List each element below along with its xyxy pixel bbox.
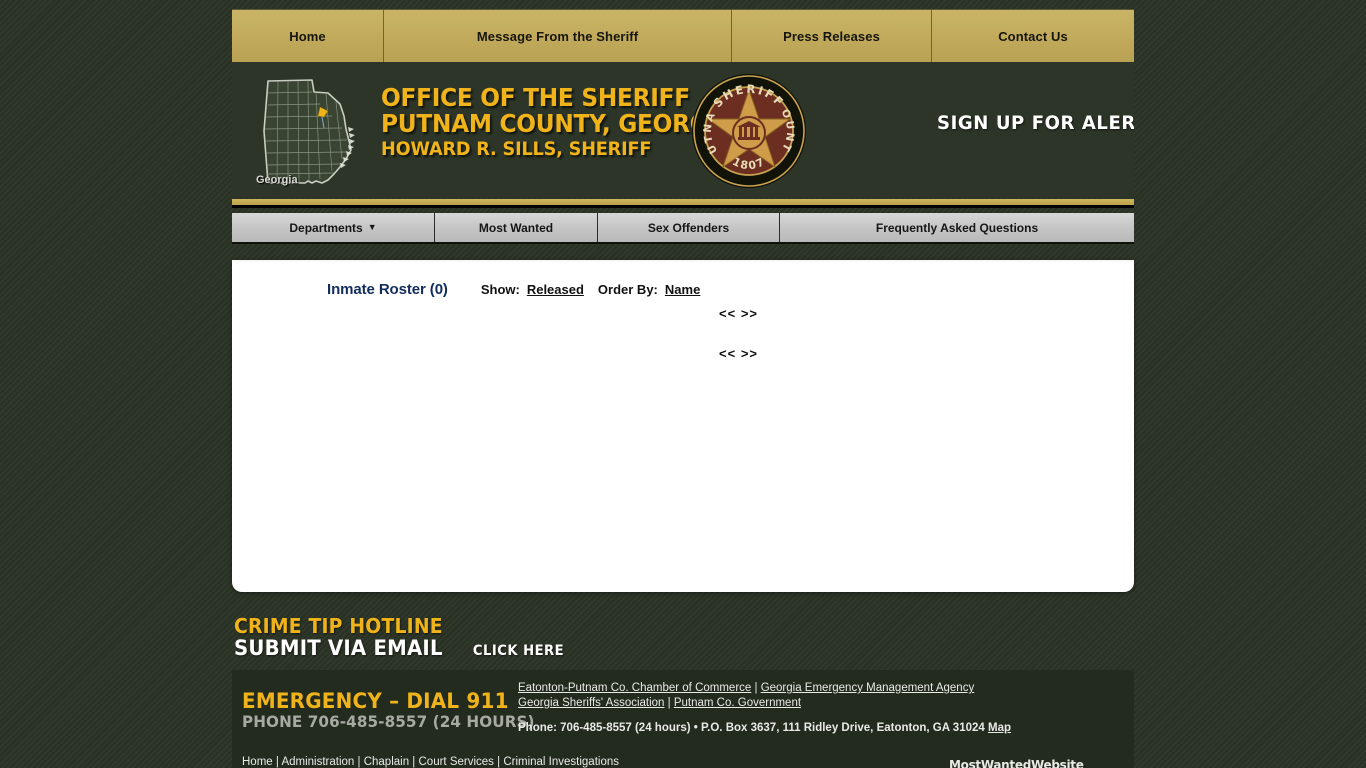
footer-link-chamber-of-commerce[interactable]: Eatonton-Putnam Co. Chamber of Commerce (518, 682, 751, 694)
subnav-item-sex-offenders[interactable]: Sex Offenders (598, 213, 780, 242)
roster-options: Show: Released Order By: Name (481, 282, 700, 297)
show-label: Show: (480, 282, 520, 297)
submit-via-email-label: SUBMIT VIA EMAIL (234, 636, 443, 660)
nav-item-label: Press Releases (783, 28, 880, 44)
sheriff-badge-icon: SHERIFF PUTNAM COUNTY 1807 (683, 62, 809, 191)
footer-external-links: Eatonton-Putnam Co. Chamber of Commerce … (518, 681, 1118, 711)
primary-navigation: Home Message From the Sheriff Press Rele… (232, 9, 1134, 62)
footer-contact-line: Phone: 706-485-8557 (24 hours) • P.O. Bo… (518, 722, 1011, 734)
sign-up-for-alerts-link[interactable]: SIGN UP FOR ALERTS (937, 112, 1134, 134)
site-title-line1: OFFICE OF THE SHERIFF (381, 83, 690, 112)
crime-tip-hotline-label: CRIME TIP HOTLINE (234, 614, 443, 638)
nav-item-label: Home (289, 28, 326, 44)
link-separator: | (664, 697, 674, 709)
site-title-line3: HOWARD R. SILLS, SHERIFF (381, 138, 652, 160)
emergency-phone-label: PHONE 706-485-8557 (24 HOURS) (242, 712, 535, 731)
pager-prev-link[interactable]: << (719, 346, 736, 361)
crime-tip-email-row: SUBMIT VIA EMAIL CLICK HERE (234, 636, 567, 660)
pager-bottom: << >> (232, 346, 1134, 361)
website-credit[interactable]: MostWantedWebsite (949, 758, 1084, 768)
subnav-item-most-wanted[interactable]: Most Wanted (435, 213, 598, 242)
footer-map-link[interactable]: Map (988, 722, 1011, 734)
nav-item-label: Message From the Sheriff (476, 28, 639, 44)
subnav-item-label: Frequently Asked Questions (875, 220, 1039, 235)
pager-prev-link[interactable]: << (719, 306, 736, 321)
subnav-item-departments[interactable]: Departments ▼ (232, 213, 435, 242)
site-footer: EMERGENCY – DIAL 911 PHONE 706-485-8557 … (232, 670, 1134, 768)
crime-tip-click-here-link[interactable]: CLICK HERE (473, 643, 564, 659)
emergency-dial-label: EMERGENCY – DIAL 911 (242, 689, 509, 713)
subnav-item-label: Departments (289, 220, 363, 235)
page-title: Inmate Roster (0) (327, 281, 448, 298)
nav-item-label: Contact Us (998, 28, 1068, 44)
footer-nav-administration[interactable]: Administration (281, 756, 354, 768)
site-container: Home Message From the Sheriff Press Rele… (232, 0, 1134, 768)
roster-header: Inmate Roster (0) Show: Released Order By:… (327, 281, 700, 298)
footer-nav-chaplain[interactable]: Chaplain (364, 756, 409, 768)
nav-item-press-releases[interactable]: Press Releases (732, 10, 932, 62)
georgia-map-icon (250, 71, 362, 191)
footer-link-georgia-sheriffs-association[interactable]: Georgia Sheriffs' Association (518, 697, 664, 709)
site-header: Georgia OFFICE OF THE SHERIFF PUTNAM COU… (232, 62, 1134, 198)
footer-link-putnam-co-government[interactable]: Putnam Co. Government (674, 697, 801, 709)
pager-next-link[interactable]: >> (741, 346, 758, 361)
site-title-line2: PUTNAM COUNTY, GEORGIA (381, 109, 735, 138)
crime-tip-strip: CRIME TIP HOTLINE SUBMIT VIA EMAIL CLICK… (232, 605, 1134, 670)
subnav-item-label: Sex Offenders (647, 220, 730, 235)
pager-next-link[interactable]: >> (741, 306, 758, 321)
show-filter-link[interactable]: Released (527, 282, 584, 297)
nav-item-contact-us[interactable]: Contact Us (932, 10, 1134, 62)
pager-top: << >> (232, 306, 1134, 321)
nav-item-message-from-the-sheriff[interactable]: Message From the Sheriff (384, 10, 732, 62)
secondary-navigation: Departments ▼ Most Wanted Sex Offenders … (232, 213, 1134, 244)
footer-links-row: Georgia Sheriffs' Association | Putnam C… (518, 696, 1118, 711)
order-by-link[interactable]: Name (665, 282, 700, 297)
order-by-label: Order By: (597, 282, 658, 297)
footer-bottom-navigation: Home | Administration | Chaplain | Court… (242, 756, 619, 768)
footer-nav-criminal-investigations[interactable]: Criminal Investigations (503, 756, 619, 768)
gold-divider (232, 199, 1134, 208)
nav-item-home[interactable]: Home (232, 10, 384, 62)
link-separator: | (751, 682, 761, 694)
chevron-down-icon: ▼ (367, 221, 377, 232)
footer-link-gema[interactable]: Georgia Emergency Management Agency (761, 682, 975, 694)
footer-phone-address: Phone: 706-485-8557 (24 hours) • P.O. Bo… (518, 722, 988, 734)
footer-links-row: Eatonton-Putnam Co. Chamber of Commerce … (518, 681, 1118, 696)
subnav-item-label: Most Wanted (478, 220, 554, 235)
footer-nav-home[interactable]: Home (242, 756, 273, 768)
subnav-item-frequently-asked-questions[interactable]: Frequently Asked Questions (780, 213, 1134, 242)
georgia-map-label: Georgia (256, 174, 298, 186)
main-content-panel: Inmate Roster (0) Show: Released Order By:… (232, 260, 1134, 592)
footer-nav-court-services[interactable]: Court Services (419, 756, 494, 768)
